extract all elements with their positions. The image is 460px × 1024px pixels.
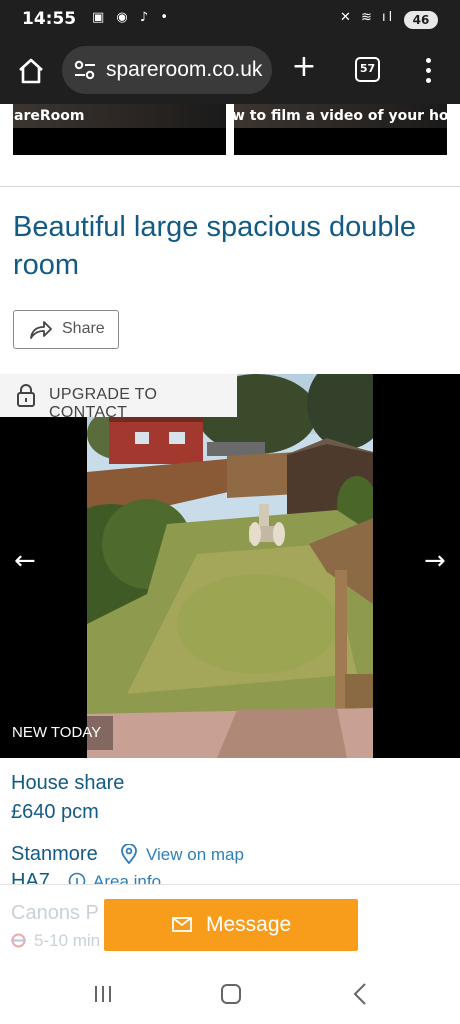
home-icon[interactable]	[16, 56, 46, 86]
mail-icon	[172, 917, 192, 932]
new-tab-icon[interactable]: +	[290, 52, 318, 82]
share-icon	[30, 321, 52, 339]
message-label: Message	[206, 913, 292, 936]
video-caption: areRoom	[14, 108, 85, 124]
upgrade-label: UPGRADE TO CONTACT	[49, 386, 158, 421]
listing-price: £640 pcm	[11, 801, 99, 823]
rail-icon	[11, 933, 26, 948]
area-info-link[interactable]: Area info	[93, 872, 161, 884]
new-today-badge: NEW TODAY	[0, 716, 114, 750]
upgrade-to-contact-banner[interactable]: UPGRADE TO CONTACT	[0, 374, 237, 421]
status-time: 14:55	[22, 9, 77, 29]
video-thumbnail[interactable]: w to film a video of your hou	[234, 104, 447, 155]
prev-photo-button[interactable]: ←	[14, 546, 36, 576]
menu-icon[interactable]	[420, 58, 438, 84]
status-bar: 14:55 ▣ ◉ ♪ • ✕ ≋ ıl 46	[0, 0, 460, 40]
message-button[interactable]: Message	[104, 899, 358, 951]
map-pin-icon[interactable]	[120, 844, 138, 864]
share-button[interactable]: Share	[13, 310, 119, 349]
signal-wifi-icons: ✕ ≋ ıl	[340, 10, 396, 25]
walk-time: 5-10 min	[34, 931, 101, 950]
tabs-icon[interactable]: 57	[355, 57, 380, 82]
notification-icons: ▣ ◉ ♪ •	[92, 10, 172, 25]
system-nav-bar	[0, 966, 460, 1024]
area-name: Stanmore	[11, 843, 98, 865]
battery-icon: 46	[404, 11, 438, 29]
postcode: HA7	[11, 870, 50, 884]
video-caption: w to film a video of your hou	[234, 108, 447, 124]
view-on-map-link[interactable]: View on map	[146, 845, 244, 865]
next-photo-button[interactable]: →	[424, 546, 446, 576]
station-name: Canons P	[11, 902, 99, 924]
contact-panel: Canons P 5-10 min Message	[0, 884, 460, 966]
back-icon[interactable]	[352, 982, 368, 1006]
share-label: Share	[62, 320, 105, 337]
section-divider	[0, 186, 460, 187]
recents-icon[interactable]	[92, 984, 114, 1004]
photo-carousel[interactable]: ← → UPGRADE TO CONTACT NEW TODAY	[0, 374, 460, 758]
video-thumbnail[interactable]: areRoom	[13, 104, 226, 155]
info-icon[interactable]	[68, 872, 86, 884]
listing-type: House share	[11, 772, 125, 794]
lock-icon	[17, 384, 35, 407]
url-text: spareroom.co.uk	[106, 58, 263, 81]
listing-photo[interactable]	[87, 374, 373, 758]
site-settings-icon[interactable]	[74, 60, 96, 80]
home-nav-icon[interactable]	[221, 984, 241, 1004]
browser-toolbar: spareroom.co.uk + 57	[0, 40, 460, 104]
address-bar[interactable]: spareroom.co.uk	[62, 46, 272, 94]
listing-title: Beautiful large spacious double room	[13, 211, 417, 281]
